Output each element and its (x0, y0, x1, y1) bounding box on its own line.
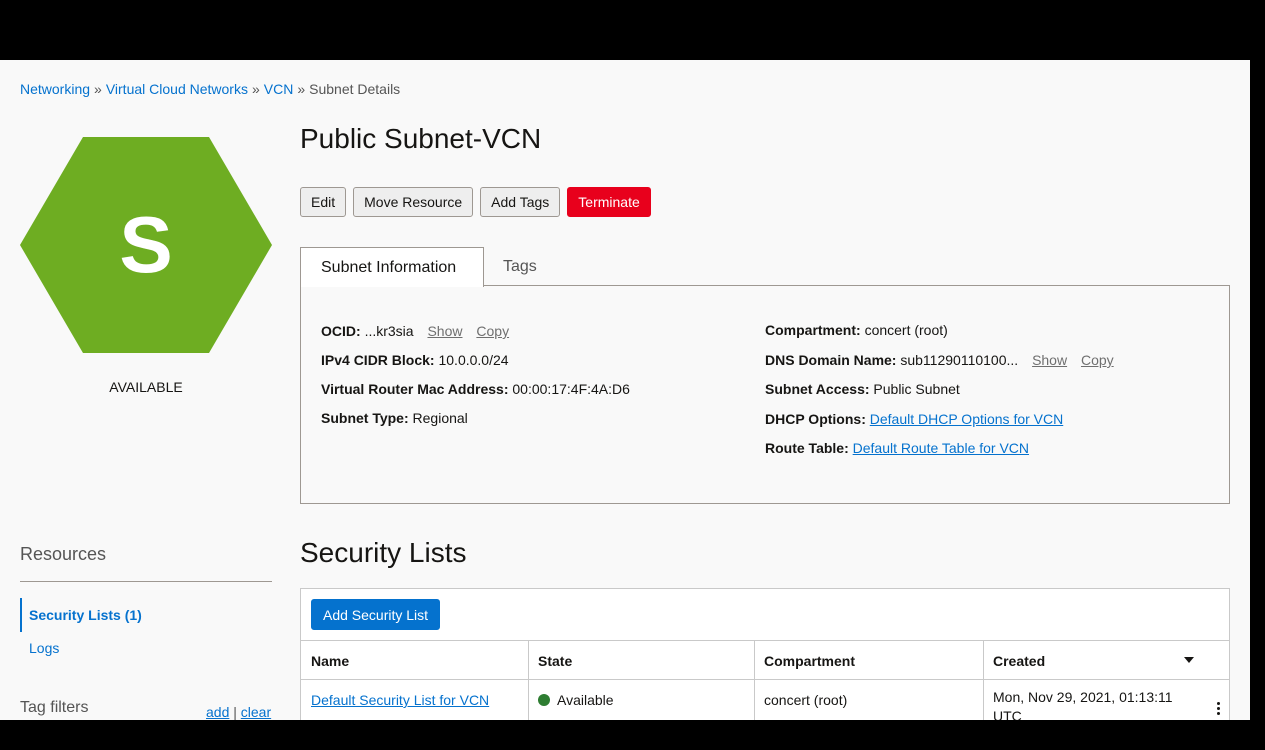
security-lists-table: Add Security List Name State Compartment… (300, 588, 1230, 720)
subnet-type-label: Subnet Type: (321, 410, 409, 426)
breadcrumb-networking[interactable]: Networking (20, 81, 90, 97)
dns-label: DNS Domain Name: (765, 352, 897, 368)
add-tags-button[interactable]: Add Tags (480, 187, 561, 217)
ocid-label: OCID: (321, 323, 361, 339)
terminate-button[interactable]: Terminate (567, 187, 651, 217)
cidr-row: IPv4 CIDR Block: 10.0.0.0/24 (321, 352, 509, 368)
cell-created: Mon, Nov 29, 2021, 01:13:11 UTC (993, 689, 1173, 720)
ocid-row: OCID: ...kr3sia Show Copy (321, 323, 509, 339)
column-header-name[interactable]: Name (301, 641, 528, 680)
breadcrumb-separator: » (251, 81, 260, 97)
subnet-info-panel: OCID: ...kr3sia Show Copy IPv4 CIDR Bloc… (300, 285, 1230, 504)
breadcrumb-current: Subnet Details (309, 81, 401, 97)
kebab-dot (1216, 707, 1220, 710)
resource-nav-logs[interactable]: Logs (29, 640, 59, 656)
route-table-label: Route Table: (765, 440, 849, 456)
tag-filter-clear-link[interactable]: clear (241, 704, 271, 720)
cidr-value: 10.0.0.0/24 (438, 352, 509, 368)
dhcp-options-link[interactable]: Default DHCP Options for VCN (870, 411, 1063, 427)
breadcrumb: Networking» Virtual Cloud Networks» VCN» Su… (20, 81, 400, 97)
edit-button[interactable]: Edit (300, 187, 347, 217)
subnet-icon-letter: S (119, 200, 173, 289)
available-status-icon (538, 694, 550, 706)
tab-tags[interactable]: Tags (503, 247, 537, 287)
resources-heading: Resources (20, 544, 107, 564)
dhcp-label: DHCP Options: (765, 411, 866, 427)
column-header-compartment[interactable]: Compartment (754, 641, 983, 680)
row-actions-menu-icon[interactable] (1213, 702, 1223, 715)
compartment-label: Compartment: (765, 322, 861, 338)
tag-filter-divider: | (233, 704, 237, 720)
resource-nav-security-lists[interactable]: Security Lists (1) (20, 598, 272, 632)
dns-copy-link[interactable]: Copy (1081, 352, 1114, 368)
route-table-link[interactable]: Default Route Table for VCN (853, 440, 1029, 456)
dhcp-row: DHCP Options: Default DHCP Options for V… (765, 411, 1063, 427)
compartment-row: Compartment: concert (root) (765, 322, 948, 338)
cidr-label: IPv4 CIDR Block: (321, 352, 435, 368)
table-row: Default Security List for VCN Available … (301, 680, 1229, 720)
tag-filters-heading: Tag filters (20, 699, 89, 716)
subnet-details-page: Networking» Virtual Cloud Networks» VCN» Su… (0, 60, 1250, 720)
cell-state: Available (528, 680, 754, 720)
ocid-copy-link[interactable]: Copy (476, 323, 509, 339)
ocid-show-link[interactable]: Show (427, 323, 462, 339)
column-header-state[interactable]: State (528, 641, 754, 680)
subnet-access-row: Subnet Access: Public Subnet (765, 381, 960, 397)
breadcrumb-separator: » (94, 81, 102, 97)
tag-filter-add-link[interactable]: add (206, 704, 229, 720)
ocid-value: ...kr3sia (364, 323, 414, 339)
breadcrumb-separator: » (297, 81, 306, 97)
breadcrumb-vcn[interactable]: VCN (264, 81, 294, 97)
security-lists-heading: Security Lists (300, 537, 467, 568)
cell-compartment: concert (root) (764, 692, 848, 708)
add-security-list-button[interactable]: Add Security List (311, 599, 441, 630)
sort-caret-icon[interactable] (1184, 657, 1194, 663)
mac-value: 00:00:17:4F:4A:D6 (512, 381, 630, 397)
dns-row: DNS Domain Name: sub11290110100... Show … (765, 352, 1114, 368)
dns-show-link[interactable]: Show (1032, 352, 1067, 368)
cell-name: Default Security List for VCN (301, 680, 528, 720)
action-toolbar: Edit Move Resource Add Tags Terminate (300, 187, 651, 217)
lifecycle-status: AVAILABLE (109, 379, 183, 395)
dns-value: sub11290110100... (900, 352, 1019, 368)
subnet-access-value: Public Subnet (873, 381, 960, 397)
subnet-type-row: Subnet Type: Regional (321, 410, 468, 426)
subnet-access-label: Subnet Access: (765, 381, 870, 397)
resources-divider (20, 581, 272, 582)
tag-filter-actions: add | clear (206, 704, 271, 720)
security-list-link[interactable]: Default Security List for VCN (311, 692, 489, 708)
breadcrumb-virtual-cloud-networks[interactable]: Virtual Cloud Networks (106, 81, 248, 97)
compartment-value: concert (root) (864, 322, 948, 338)
route-table-row: Route Table: Default Route Table for VCN (765, 440, 1029, 456)
mac-label: Virtual Router Mac Address: (321, 381, 509, 397)
page-title: Public Subnet-VCN (300, 123, 542, 154)
move-resource-button[interactable]: Move Resource (353, 187, 474, 217)
mac-row: Virtual Router Mac Address: 00:00:17:4F:… (321, 381, 630, 397)
subnet-type-value: Regional (412, 410, 468, 426)
kebab-dot (1216, 702, 1220, 705)
tab-subnet-information[interactable]: Subnet Information (300, 247, 484, 287)
kebab-dot (1216, 712, 1220, 715)
state-value: Available (557, 692, 614, 708)
